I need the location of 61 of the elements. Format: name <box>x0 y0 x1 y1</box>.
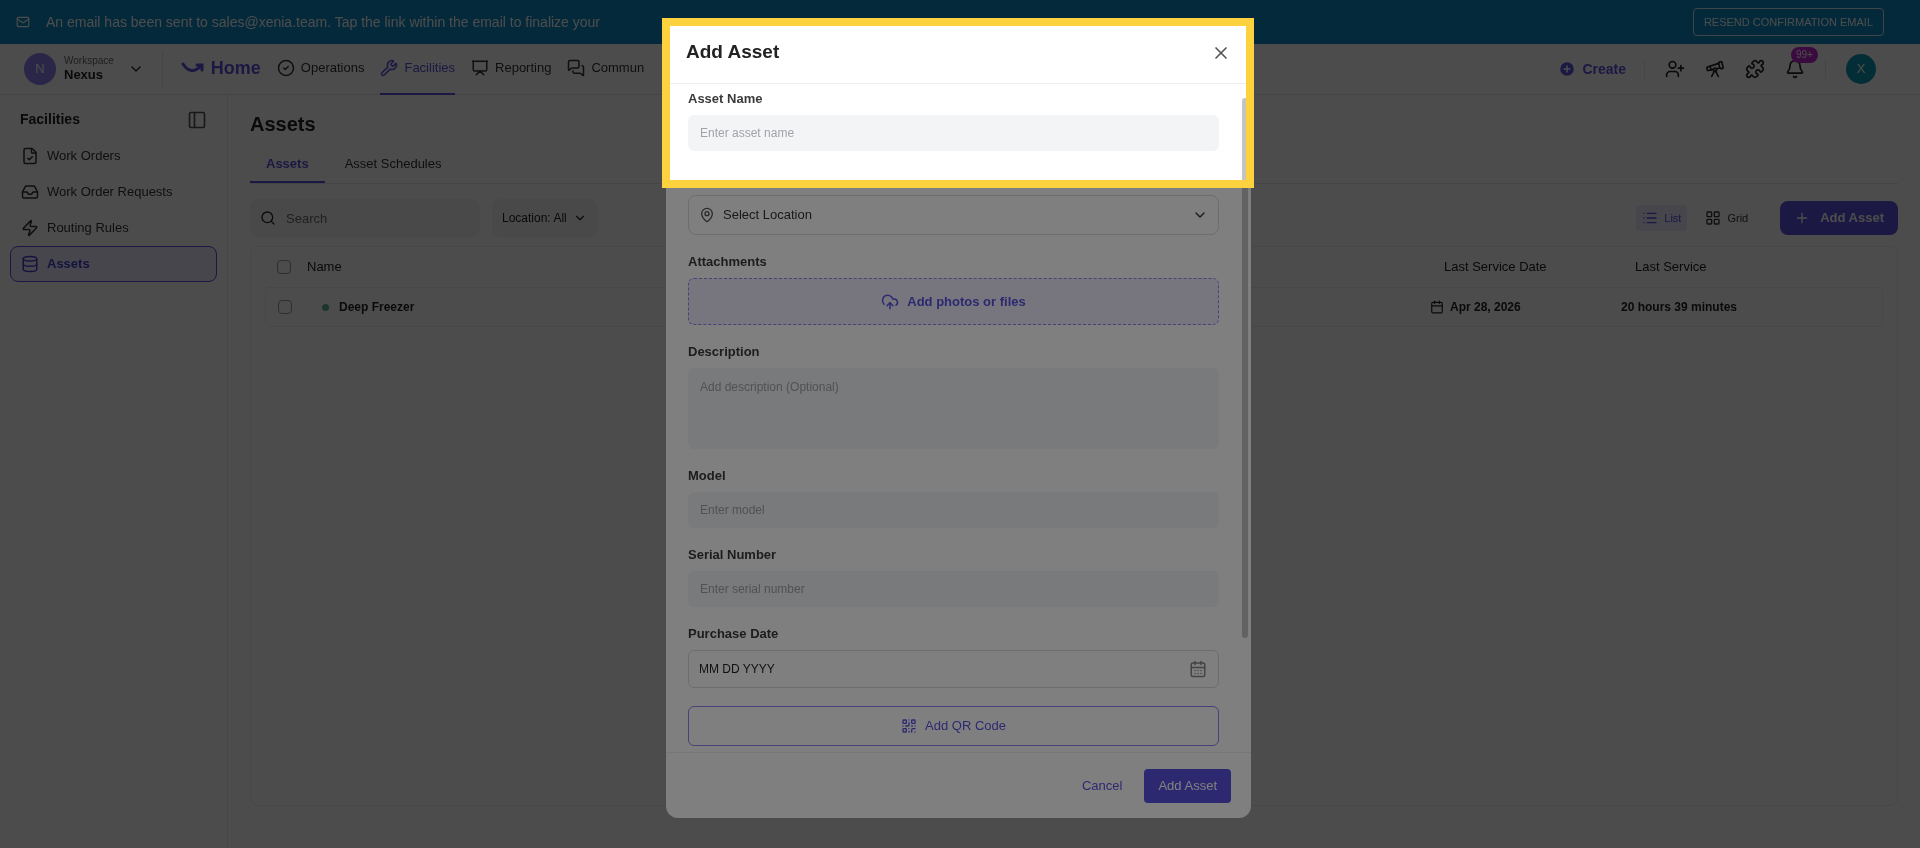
search-icon <box>260 210 276 226</box>
telescope-icon[interactable] <box>1705 59 1725 79</box>
nav-tab[interactable]: Operations <box>276 43 365 95</box>
bell-icon[interactable] <box>1785 59 1805 79</box>
document-check-icon <box>21 147 39 165</box>
dialog-title: Add Asset <box>686 40 780 65</box>
wrench-icon <box>380 59 399 77</box>
field-label: Asset Name <box>688 90 764 108</box>
column-header: Last Service <box>1635 258 1707 277</box>
nav-tab[interactable]: Reporting <box>471 43 552 95</box>
field-label: Serial Number <box>688 546 778 564</box>
add-asset-submit-button[interactable]: Add Asset <box>1144 768 1231 803</box>
chat-bubbles-icon <box>567 59 586 77</box>
calendar-icon <box>1430 300 1444 314</box>
cloud-upload-icon <box>881 292 900 311</box>
grid-icon <box>1705 210 1722 226</box>
puzzle-icon[interactable] <box>1745 59 1765 79</box>
map-pin-icon <box>699 207 715 223</box>
file-upload-dropzone[interactable]: Add photos or files <box>688 278 1219 325</box>
workspace-name: Nexus <box>64 67 105 84</box>
checkbox[interactable] <box>278 300 292 314</box>
view-toggle[interactable]: Grid <box>1699 205 1755 231</box>
add-qr-code-button[interactable]: Add QR Code <box>688 706 1219 746</box>
qr-code-icon <box>901 718 918 734</box>
field-label: Attachments <box>688 253 768 271</box>
sidebar-item[interactable]: Work Order Requests <box>10 174 217 210</box>
status-dot-icon <box>322 303 329 311</box>
check-circle-icon <box>276 59 295 77</box>
inbox-icon <box>21 183 39 201</box>
presentation-board-icon <box>471 59 490 77</box>
notification-badge: 99+ <box>1791 47 1818 63</box>
field-label: Purchase Date <box>688 625 780 643</box>
lightning-icon <box>21 219 39 237</box>
column-header: Name <box>307 259 342 275</box>
text-input-field[interactable]: Enter asset name <box>688 115 1219 151</box>
sidebar-title: Facilities <box>20 110 80 129</box>
resend-email-button[interactable]: RESEND CONFIRMATION EMAIL <box>1692 8 1884 36</box>
table-cell: Deep Freezer <box>339 300 415 314</box>
page-title: Assets <box>250 112 316 137</box>
cancel-button[interactable]: Cancel <box>1074 775 1131 796</box>
column-header: Last Service Date <box>1444 259 1547 275</box>
plus-circle-icon <box>1558 60 1577 78</box>
page-tab[interactable]: Asset Schedules <box>328 147 458 183</box>
list-icon <box>1642 210 1659 226</box>
location-select[interactable]: Select Location <box>688 195 1219 235</box>
banner-message: An email has been sent to sales@xenia.team. Tap the link within the email to finalize your <box>46 12 601 32</box>
nav-tab[interactable]: Commun <box>567 43 645 95</box>
user-avatar[interactable]: X <box>1846 54 1876 84</box>
sidebar-item[interactable]: Work Orders <box>10 138 217 174</box>
sidebar-item[interactable]: Routing Rules <box>10 210 217 246</box>
mail-icon <box>16 15 30 29</box>
date-input-field[interactable]: MM DD YYYY <box>688 650 1219 688</box>
table-cell-text: 20 hours 39 minutes <box>1621 299 1738 316</box>
field-label: Description <box>688 343 761 361</box>
checkbox[interactable] <box>277 260 291 274</box>
user-plus-icon[interactable] <box>1665 59 1685 79</box>
stack-icon <box>21 255 39 273</box>
collapse-sidebar-icon[interactable] <box>187 109 207 130</box>
field-label: Model <box>688 467 727 485</box>
table-cell: Apr 28, 2026 <box>1450 300 1521 314</box>
calendar-icon[interactable] <box>1189 660 1207 678</box>
